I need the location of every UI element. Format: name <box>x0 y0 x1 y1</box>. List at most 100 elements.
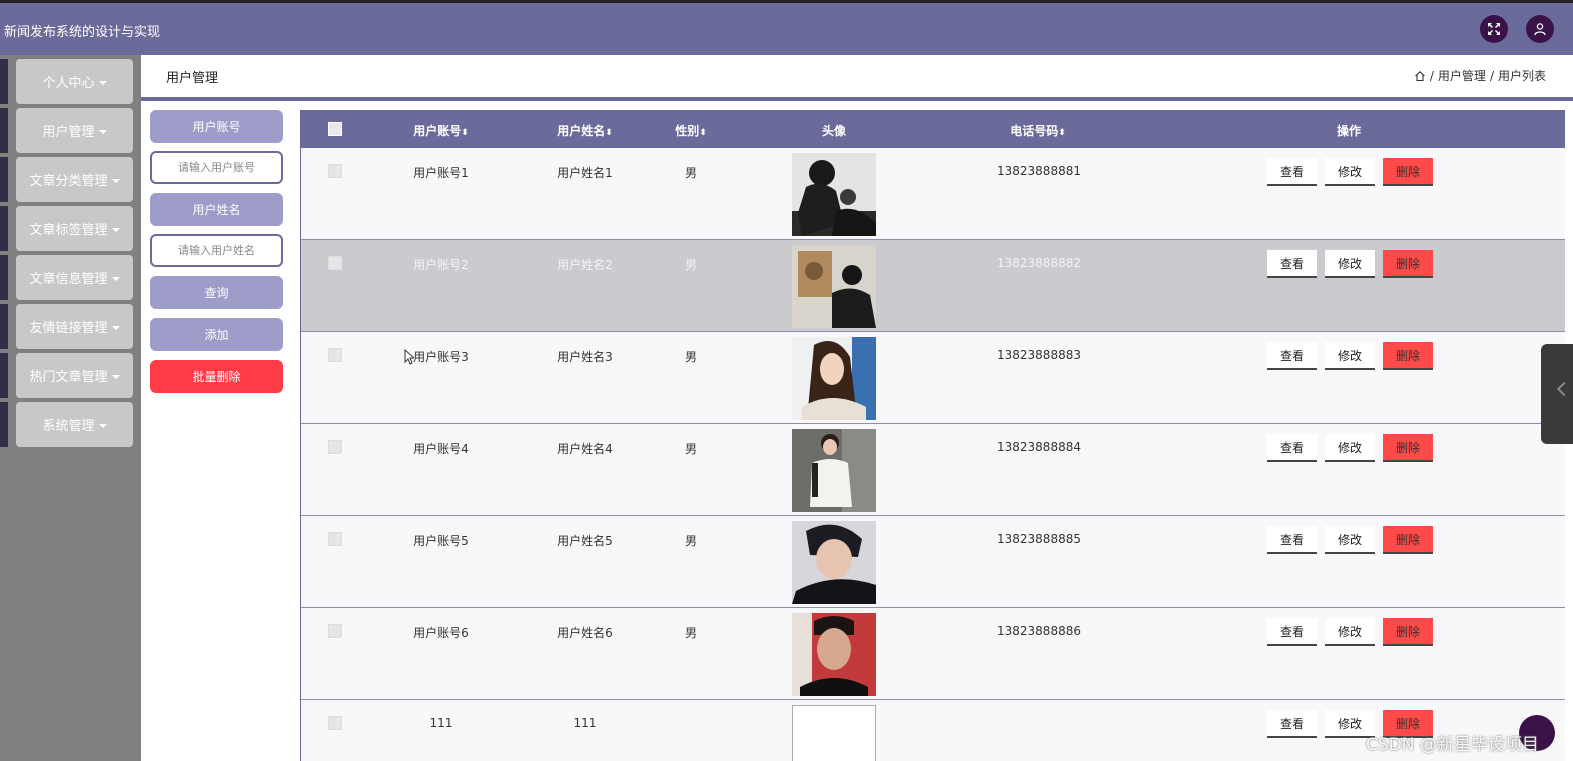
sidebar-item-friend-links[interactable]: 友情链接管理 <box>0 304 133 349</box>
cell-account: 用户账号5 <box>413 534 469 548</box>
delete-button[interactable]: 删除 <box>1383 342 1433 370</box>
sidebar-item-article-category[interactable]: 文章分类管理 <box>0 157 133 202</box>
cell-name: 用户姓名6 <box>557 626 613 640</box>
column-header-avatar: 头像 <box>821 124 846 138</box>
cell-phone: 13823888884 <box>997 440 1081 454</box>
sidebar-item-label: 文章分类管理 <box>29 174 108 189</box>
user-icon[interactable] <box>1526 15 1554 43</box>
edit-button[interactable]: 修改 <box>1325 434 1375 462</box>
avatar-image <box>792 521 876 604</box>
mouse-cursor-icon <box>404 349 414 365</box>
row-checkbox[interactable] <box>328 440 342 454</box>
view-button[interactable]: 查看 <box>1267 158 1317 186</box>
row-checkbox[interactable] <box>328 532 342 546</box>
sort-icon[interactable]: ⬍ <box>699 128 707 138</box>
caret-down-icon <box>111 227 120 232</box>
app-title: 新闻发布系统的设计与实现 <box>4 25 161 40</box>
breadcrumb-user-management[interactable]: 用户管理 <box>1438 67 1486 84</box>
view-button[interactable]: 查看 <box>1267 710 1317 738</box>
cell-phone: 13823888886 <box>997 624 1081 638</box>
view-button[interactable]: 查看 <box>1267 618 1317 646</box>
cell-account: 用户账号4 <box>413 442 469 456</box>
column-header-name[interactable]: 用户姓名⬍ <box>557 122 613 139</box>
sidebar: 个人中心 用户管理 文章分类管理 文章标签管理 文章信息管理 友情链接管理 热门… <box>0 55 141 761</box>
sidebar-item-label: 热门文章管理 <box>29 370 108 385</box>
cell-phone: 13823888882 <box>997 256 1081 270</box>
cell-account: 用户账号2 <box>413 258 469 272</box>
cell-name: 111 <box>573 716 597 730</box>
column-header-phone[interactable]: 电话号码⬍ <box>1009 122 1067 139</box>
account-search-input[interactable] <box>150 151 283 184</box>
view-button[interactable]: 查看 <box>1267 526 1317 554</box>
sidebar-item-article-tag[interactable]: 文章标签管理 <box>0 206 133 251</box>
delete-button[interactable]: 删除 <box>1383 526 1433 554</box>
query-button[interactable]: 查询 <box>150 276 283 309</box>
sidebar-item-hot-articles[interactable]: 热门文章管理 <box>0 353 133 398</box>
expand-icon[interactable] <box>1480 15 1508 43</box>
avatar-image <box>792 337 876 420</box>
row-checkbox[interactable] <box>328 256 342 270</box>
edit-button[interactable]: 修改 <box>1325 250 1375 278</box>
column-name-label: 用户姓名 <box>557 124 606 138</box>
batch-delete-button[interactable]: 批量删除 <box>150 360 283 393</box>
page-title: 用户管理 <box>166 71 219 86</box>
caret-down-icon <box>111 178 120 183</box>
account-label: 用户账号 <box>150 110 283 143</box>
row-checkbox[interactable] <box>328 624 342 638</box>
sidebar-item-user-management[interactable]: 用户管理 <box>0 108 133 153</box>
edit-button[interactable]: 修改 <box>1325 618 1375 646</box>
cell-gender: 男 <box>684 166 697 180</box>
cell-gender: 男 <box>684 350 697 364</box>
cell-name: 用户姓名3 <box>557 350 613 364</box>
row-checkbox[interactable] <box>328 164 342 178</box>
column-account-label: 用户账号 <box>413 124 462 138</box>
breadcrumb-separator: / <box>1429 68 1434 83</box>
avatar-image <box>792 153 876 236</box>
sidebar-item-label: 文章信息管理 <box>29 272 108 287</box>
sidebar-item-label: 用户管理 <box>42 125 95 140</box>
drawer-toggle-tab[interactable] <box>1541 344 1573 444</box>
delete-button[interactable]: 删除 <box>1383 250 1433 278</box>
sidebar-item-article-info[interactable]: 文章信息管理 <box>0 255 133 300</box>
column-header-gender[interactable]: 性别⬍ <box>675 122 707 139</box>
name-search-input[interactable] <box>150 234 283 267</box>
broken-image-icon <box>792 705 876 761</box>
home-icon[interactable] <box>1414 70 1426 82</box>
cell-gender: 男 <box>684 626 697 640</box>
view-button[interactable]: 查看 <box>1267 342 1317 370</box>
delete-button[interactable]: 删除 <box>1383 618 1433 646</box>
cell-name: 用户姓名1 <box>557 166 613 180</box>
row-checkbox[interactable] <box>328 348 342 362</box>
column-header-actions: 操作 <box>1336 124 1361 138</box>
edit-button[interactable]: 修改 <box>1325 158 1375 186</box>
view-button[interactable]: 查看 <box>1267 434 1317 462</box>
edit-button[interactable]: 修改 <box>1325 342 1375 370</box>
column-header-account[interactable]: 用户账号⬍ <box>413 122 469 139</box>
sidebar-item-personal-center[interactable]: 个人中心 <box>0 59 133 104</box>
table-row: 用户账号4 用户姓名4 男 13823888884 查看 修改 删除 <box>301 424 1565 516</box>
delete-button[interactable]: 删除 <box>1383 158 1433 186</box>
sidebar-item-system-management[interactable]: 系统管理 <box>0 402 133 447</box>
column-phone-label: 电话号码 <box>1010 124 1059 138</box>
caret-down-icon <box>111 374 120 379</box>
sidebar-item-label: 友情链接管理 <box>29 321 108 336</box>
cell-gender: 男 <box>684 534 697 548</box>
avatar-image <box>792 245 876 328</box>
sort-icon[interactable]: ⬍ <box>1058 128 1066 138</box>
table-row: 用户账号3 用户姓名3 男 13823888883 查看 修改 删除 <box>301 332 1565 424</box>
row-checkbox[interactable] <box>328 716 342 730</box>
top-bar: 新闻发布系统的设计与实现 <box>0 0 1573 55</box>
cell-account: 用户账号1 <box>413 166 469 180</box>
edit-button[interactable]: 修改 <box>1325 526 1375 554</box>
cell-name: 用户姓名2 <box>557 258 613 272</box>
avatar-image <box>792 613 876 696</box>
page-header: 用户管理 / 用户管理 / 用户列表 <box>141 55 1573 97</box>
sort-icon[interactable]: ⬍ <box>461 128 469 138</box>
caret-down-icon <box>98 129 107 134</box>
sort-icon[interactable]: ⬍ <box>605 128 613 138</box>
select-all-checkbox[interactable] <box>328 122 342 136</box>
delete-button[interactable]: 删除 <box>1383 434 1433 462</box>
breadcrumb-user-list: 用户列表 <box>1497 69 1546 83</box>
add-button[interactable]: 添加 <box>150 318 283 351</box>
view-button[interactable]: 查看 <box>1267 250 1317 278</box>
